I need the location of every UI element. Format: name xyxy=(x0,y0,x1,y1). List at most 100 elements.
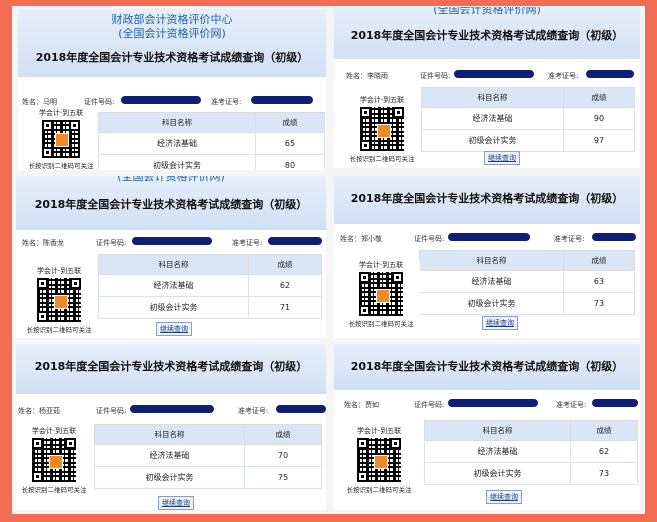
id-redaction xyxy=(121,96,201,104)
ticket-label: 准考证号: xyxy=(211,98,242,106)
ticket-label: 准考证号: xyxy=(238,407,269,415)
qr-hint: 长按识别二维码可关注 xyxy=(21,486,87,494)
col-subject: 科目名称 xyxy=(98,112,256,133)
qr-caption: 学会计·到五联 xyxy=(359,96,405,104)
candidate-name: 李晓雨 xyxy=(367,72,388,80)
result-panel-1: 财政部会计资格评价中心 (全国会计资格评价网) 2018年度全国会计专业技术资格… xyxy=(18,9,326,170)
ticket-redaction xyxy=(586,70,634,78)
col-score: 成绩 xyxy=(255,112,325,133)
score-cell: 70 xyxy=(244,444,322,467)
score-cell: 80 xyxy=(255,154,325,170)
panel-header: 2018年度全国会计专业技术资格考试成绩查询（初级） xyxy=(16,344,326,394)
qr-hint: 长按识别二维码可关注 xyxy=(349,155,415,163)
qr-promo: 学会计·到五联 长按识别二维码可关注 xyxy=(16,426,92,500)
name-label: 姓名： xyxy=(346,72,367,80)
table-row: 经济法基础 65 xyxy=(98,132,325,155)
score-cell: 62 xyxy=(248,274,322,297)
score-cell: 63 xyxy=(563,270,635,293)
panel-header: 2018年度全国会计专业技术资格考试成绩查询（初级） xyxy=(334,344,640,390)
continue-query-button[interactable]: 继续查询 xyxy=(482,316,518,330)
qr-code-icon xyxy=(32,438,76,482)
subject-cell: 初级会计实务 xyxy=(421,129,564,152)
qr-caption: 学会计·到五联 xyxy=(358,261,404,269)
ticket-label: 准考证号: xyxy=(232,239,263,247)
continue-query-button[interactable]: 继续查询 xyxy=(486,490,522,504)
panel-header: 财政部会计资格评价中心 (全国会计资格评价网) 2018年度全国会计专业技术资格… xyxy=(18,9,326,77)
col-subject: 科目名称 xyxy=(424,420,571,441)
table-row: 经济法基础 62 xyxy=(424,440,638,463)
candidate-name: 郑小敬 xyxy=(361,235,382,243)
id-label: 证件号码: xyxy=(414,401,445,409)
id-label: 证件号码: xyxy=(420,72,451,80)
score-table: 科目名称 成绩 经济法基础 62 初级会计实务 71 xyxy=(98,254,322,319)
result-panel-5: 2018年度全国会计专业技术资格考试成绩查询（初级） 姓名：杨亚茹 证件号码: … xyxy=(16,344,326,510)
qr-hint: 长按识别二维码可关注 xyxy=(26,326,92,334)
qr-promo: 学会计·到五联 长按识别二维码可关注 xyxy=(342,260,420,332)
org-website: (全国会计资格评价网) xyxy=(433,7,541,16)
page-title: 2018年度全国会计专业技术资格考试成绩查询（初级） xyxy=(34,198,308,211)
ticket-label: 准考证号: xyxy=(554,235,585,243)
col-score: 成绩 xyxy=(244,424,322,445)
name-label: 姓名： xyxy=(344,401,365,409)
ticket-redaction xyxy=(592,233,636,241)
page-title: 2018年度全国会计专业技术资格考试成绩查询（初级） xyxy=(35,51,309,64)
org-website: (全国会计资格评价网) xyxy=(117,176,225,183)
table-row: 初级会计实务 80 xyxy=(98,154,325,170)
result-panel-2: (全国会计资格评价网) 2018年度全国会计专业技术资格考试成绩查询（初级） 姓… xyxy=(334,7,640,168)
id-redaction xyxy=(130,405,214,413)
continue-query-button[interactable]: 继续查询 xyxy=(158,496,194,510)
col-score: 成绩 xyxy=(570,420,638,441)
page-title: 2018年度全国会计专业技术资格考试成绩查询（初级） xyxy=(350,192,624,205)
ticket-redaction xyxy=(592,399,638,407)
score-table: 科目名称 成绩 经济法基础 90 初级会计实务 97 xyxy=(421,87,635,152)
qr-caption: 学会计·到五联 xyxy=(38,109,84,117)
col-score: 成绩 xyxy=(563,250,635,271)
col-score: 成绩 xyxy=(563,87,635,108)
qr-code-icon xyxy=(360,107,404,151)
score-cell: 71 xyxy=(248,296,322,319)
name-label: 姓名： xyxy=(22,98,43,106)
ticket-label: 准考证号: xyxy=(556,401,587,409)
id-redaction xyxy=(454,70,534,78)
subject-cell: 经济法基础 xyxy=(94,444,245,467)
qr-promo: 学会计·到五联 长按识别二维码可关注 xyxy=(344,95,420,167)
page-title: 2018年度全国会计专业技术资格考试成绩查询（初级） xyxy=(350,29,624,42)
panel-header: (全国会计资格评价网) 2018年度全国会计专业技术资格考试成绩查询（初级） xyxy=(334,7,640,59)
qr-promo: 学会计·到五联 长按识别二维码可关注 xyxy=(24,108,98,170)
score-cell: 90 xyxy=(563,107,635,130)
panel-header: 2018年度全国会计专业技术资格考试成绩查询（初级） xyxy=(334,176,640,224)
subject-cell: 经济法基础 xyxy=(421,107,564,130)
page-title: 2018年度全国会计专业技术资格考试成绩查询（初级） xyxy=(350,360,624,373)
score-cell: 73 xyxy=(570,462,638,485)
score-table: 科目名称 成绩 经济法基础 63 初级会计实务 73 xyxy=(419,250,635,315)
score-cell: 75 xyxy=(244,466,322,489)
continue-query-button[interactable]: 继续查询 xyxy=(484,151,520,165)
subject-cell: 经济法基础 xyxy=(419,270,564,293)
col-score: 成绩 xyxy=(248,254,322,275)
table-row: 经济法基础 70 xyxy=(94,444,322,467)
ticket-redaction xyxy=(251,96,313,104)
result-panel-3: (全国会计资格评价网) 2018年度全国会计专业技术资格考试成绩查询（初级） 姓… xyxy=(16,176,326,338)
org-website: (全国会计资格评价网) xyxy=(118,27,226,40)
id-redaction xyxy=(448,233,530,241)
qr-caption: 学会计·到五联 xyxy=(36,267,82,275)
candidate-name: 陈香龙 xyxy=(43,239,64,247)
candidate-name: 杨亚茹 xyxy=(39,407,60,415)
subject-cell: 初级会计实务 xyxy=(98,296,249,319)
qr-hint: 长按识别二维码可关注 xyxy=(28,162,94,170)
subject-cell: 初级会计实务 xyxy=(98,154,256,170)
table-row: 经济法基础 90 xyxy=(421,107,635,130)
qr-code-icon xyxy=(357,438,401,482)
qr-code-icon xyxy=(42,120,80,158)
result-panel-6: 2018年度全国会计专业技术资格考试成绩查询（初级） 姓名：贾如 证件号码: 准… xyxy=(334,344,640,510)
subject-cell: 经济法基础 xyxy=(98,132,256,155)
table-row: 初级会计实务 75 xyxy=(94,466,322,489)
qr-code-icon xyxy=(37,278,81,322)
id-label: 证件号码: xyxy=(84,98,115,106)
continue-query-button[interactable]: 继续查询 xyxy=(156,322,192,336)
page-title: 2018年度全国会计专业技术资格考试成绩查询（初级） xyxy=(34,360,308,373)
candidate-name: 贾如 xyxy=(365,401,379,409)
name-label: 姓名： xyxy=(22,239,43,247)
qr-caption: 学会计·到五联 xyxy=(356,427,402,435)
table-row: 初级会计实务 73 xyxy=(424,462,638,485)
